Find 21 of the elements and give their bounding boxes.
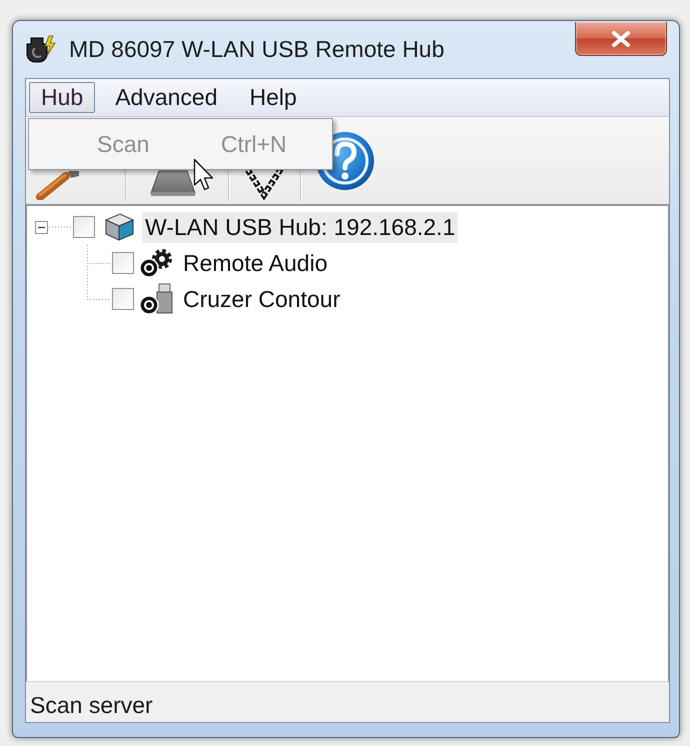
menu-item[interactable]: Advanced [103,82,230,113]
drive-icon [103,212,135,242]
collapse-icon[interactable] [35,220,48,234]
checkbox[interactable] [112,252,134,274]
menu-item[interactable]: Help [238,82,309,113]
gear-icon [139,247,175,279]
close-button[interactable] [575,22,667,56]
usb-drive-icon [139,283,175,315]
window-title: MD 86097 W-LAN USB Remote Hub [69,36,444,63]
menu-item[interactable]: Hub [29,82,96,113]
checkbox[interactable] [112,288,134,310]
device-icon[interactable] [149,169,197,197]
status-text: Scan server [30,692,153,718]
tree-item-label[interactable]: W-LAN USB Hub: 192.168.2.1 [142,212,458,242]
close-icon [611,30,631,46]
power-plug-icon [25,34,57,66]
tree-item-label[interactable]: Cruzer Contour [180,284,344,314]
checkbox[interactable] [73,216,95,238]
wrench-icon[interactable] [35,170,80,200]
tree-item-label[interactable]: Remote Audio [180,248,330,278]
tree-line [48,226,72,228]
